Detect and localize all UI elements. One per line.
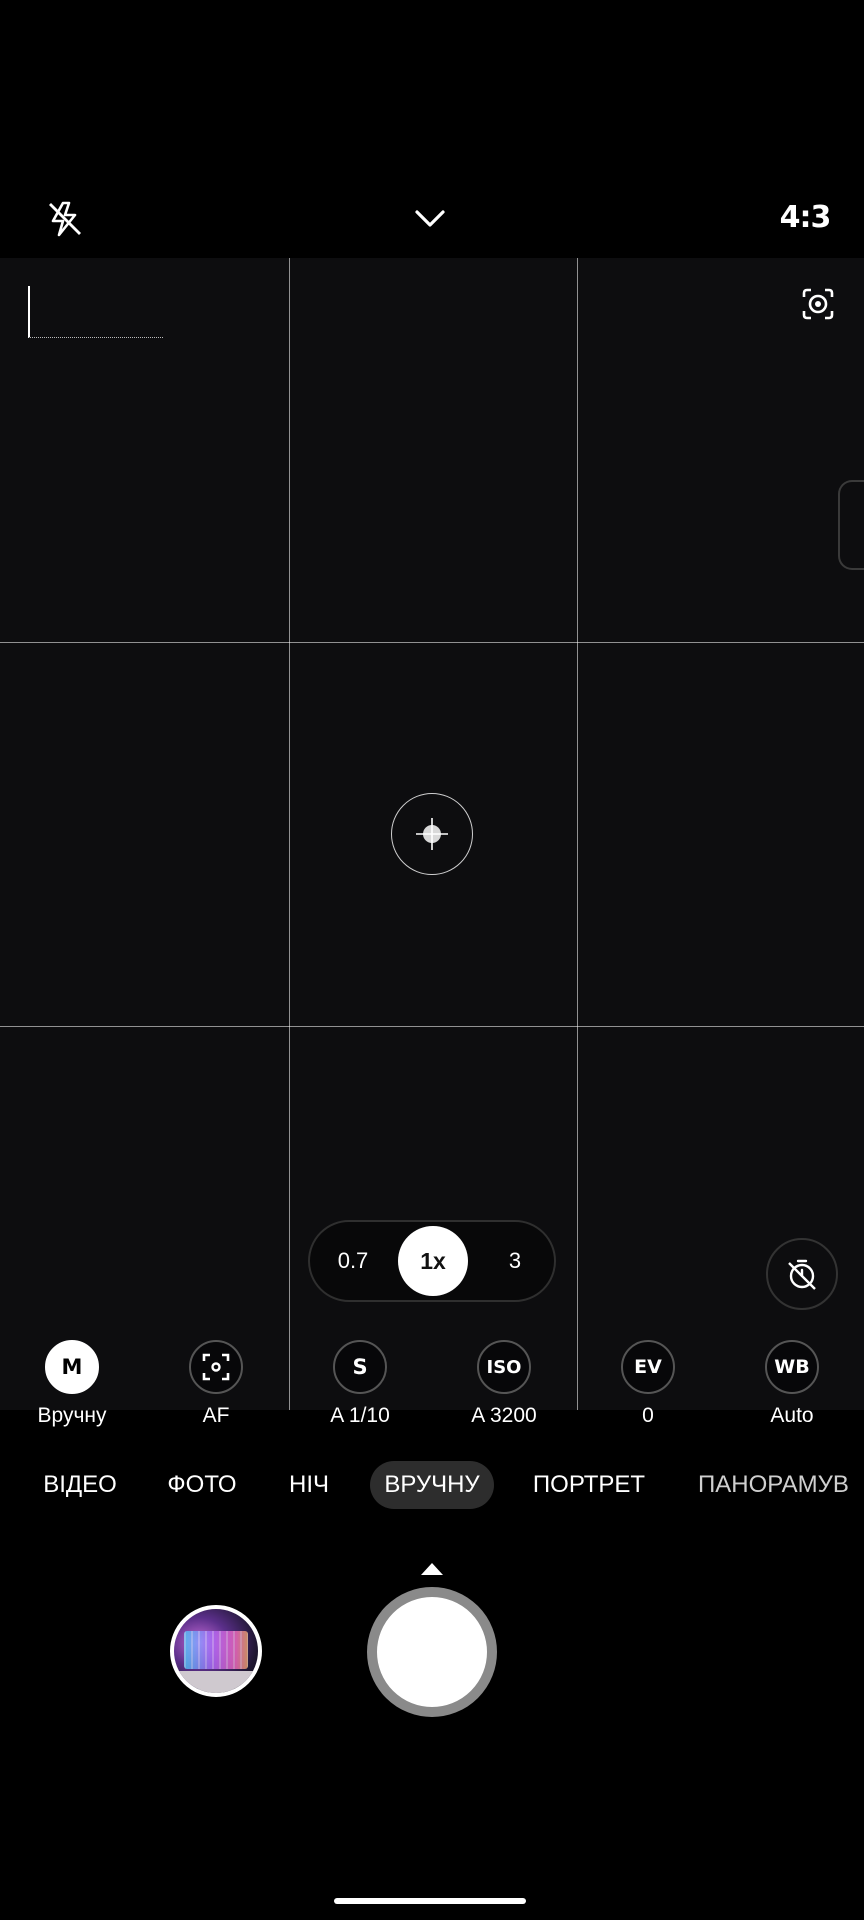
ev-setting[interactable]: EV 0: [576, 1340, 720, 1428]
top-bar: 4:3: [0, 180, 864, 250]
zoom-option-1x[interactable]: 1x: [398, 1226, 468, 1296]
mode-portrait[interactable]: ПОРТРЕТ: [522, 1461, 656, 1509]
more-controls-arrow-icon[interactable]: [421, 1563, 443, 1575]
ev-value: 0: [642, 1404, 654, 1427]
af-setting[interactable]: AF: [144, 1340, 288, 1428]
iso-value: A 3200: [471, 1404, 537, 1427]
mode-setting-label: Вручну: [37, 1404, 107, 1427]
iso-setting[interactable]: ISO A 3200: [432, 1340, 576, 1428]
home-indicator[interactable]: [334, 1898, 526, 1904]
aspect-ratio-button[interactable]: 4:3: [760, 192, 850, 242]
zoom-option-3[interactable]: 3: [472, 1222, 558, 1300]
gallery-thumbnail[interactable]: [170, 1605, 262, 1697]
manual-mode-badge[interactable]: M: [45, 1340, 99, 1394]
level-indicator: [28, 286, 163, 338]
shutter-speed-badge[interactable]: S: [333, 1340, 387, 1394]
mode-manual[interactable]: ВРУЧНУ: [370, 1461, 494, 1509]
flash-off-icon[interactable]: [40, 194, 90, 244]
grid-line: [289, 258, 290, 1410]
zoom-selector: 0.7 1x 3: [308, 1220, 556, 1302]
grid-line: [577, 258, 578, 1410]
zoom-option-0-7[interactable]: 0.7: [310, 1222, 396, 1300]
shutter-button[interactable]: [367, 1587, 497, 1717]
focus-frame-icon[interactable]: [189, 1340, 243, 1394]
wb-badge[interactable]: WB: [765, 1340, 819, 1394]
grid-line: [0, 1026, 864, 1027]
camera-viewfinder[interactable]: 0.7 1x 3: [0, 258, 864, 1410]
wb-value: Auto: [770, 1404, 814, 1427]
mode-setting[interactable]: M Вручну: [0, 1340, 144, 1428]
pro-settings-bar: M Вручну AF S A 1/10 ISO A 3200 EV 0 WB …: [0, 1340, 864, 1450]
thumbnail-image: [184, 1631, 248, 1669]
mode-night[interactable]: НІЧ: [276, 1461, 342, 1509]
thumbnail-image-base: [174, 1671, 258, 1693]
mode-video[interactable]: ВІДЕО: [30, 1461, 130, 1509]
camera-mode-selector: ВІДЕО ФОТО НІЧ ВРУЧНУ ПОРТРЕТ ПАНОРАМУВ: [0, 1455, 864, 1515]
iso-badge[interactable]: ISO: [477, 1340, 531, 1394]
wb-setting[interactable]: WB Auto: [720, 1340, 864, 1428]
edge-panel-handle[interactable]: [838, 480, 864, 570]
chevron-down-icon[interactable]: [405, 194, 455, 244]
focus-target-icon: [391, 793, 473, 875]
shutter-speed-setting[interactable]: S A 1/10: [288, 1340, 432, 1428]
mode-photo[interactable]: ФОТО: [152, 1461, 252, 1509]
grid-line: [0, 642, 864, 643]
timer-off-icon[interactable]: [766, 1238, 838, 1310]
ev-badge[interactable]: EV: [621, 1340, 675, 1394]
af-setting-label: AF: [202, 1404, 230, 1427]
mode-panorama[interactable]: ПАНОРАМУВ: [692, 1461, 864, 1509]
screen-capture-icon[interactable]: [798, 284, 838, 324]
shutter-speed-value: A 1/10: [330, 1404, 390, 1427]
